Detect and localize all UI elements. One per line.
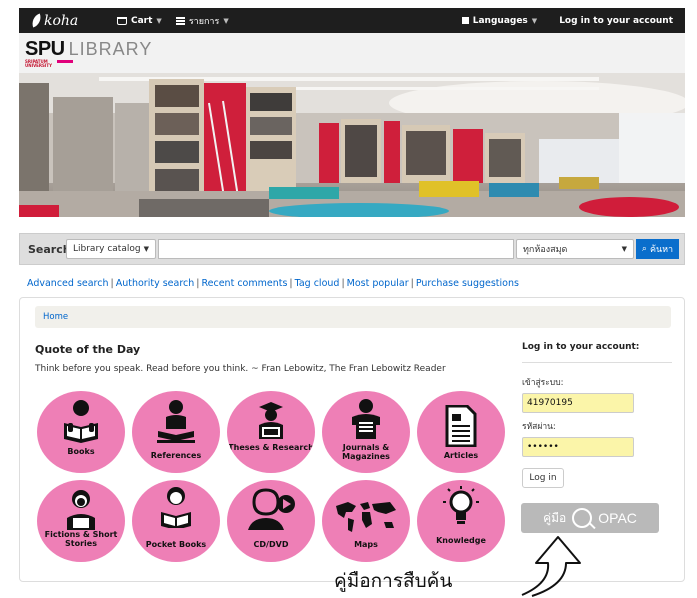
top-navbar: koha Cart ▼ รายการ ▼ Languages ▼ Log in … bbox=[19, 8, 685, 33]
category-label: Pocket Books bbox=[145, 540, 207, 549]
password-label: รหัสผ่าน: bbox=[522, 422, 556, 432]
search-button-label: ค้นหา bbox=[649, 245, 674, 255]
breadcrumb: Home bbox=[35, 306, 671, 328]
person-play-icon bbox=[248, 488, 295, 530]
most-popular-link[interactable]: Most popular bbox=[347, 278, 409, 289]
site-header: SPU LIBRARY SRIPATUM UNIVERSITY bbox=[19, 33, 685, 73]
cart-menu[interactable]: Cart ▼ bbox=[117, 16, 162, 26]
opac-suffix: OPAC bbox=[598, 510, 637, 526]
lists-label: รายการ bbox=[188, 16, 220, 27]
username-label: เข้าสู่ระบบ: bbox=[522, 378, 564, 388]
logo-main: SPU bbox=[25, 38, 65, 60]
chevron-down-icon: ▼ bbox=[156, 16, 162, 25]
tag-cloud-link[interactable]: Tag cloud bbox=[295, 278, 340, 289]
category-label: Articles bbox=[443, 451, 479, 460]
login-panel: Log in to your account: เข้าสู่ระบบ: 419… bbox=[522, 342, 672, 488]
chevron-down-icon: ▼ bbox=[223, 16, 229, 25]
purchase-suggestions-link[interactable]: Purchase suggestions bbox=[416, 278, 519, 289]
category-maps[interactable]: Maps bbox=[322, 480, 410, 562]
search-icon bbox=[572, 508, 593, 528]
category-knowledge[interactable]: Knowledge bbox=[417, 480, 505, 562]
category-label: Knowledge bbox=[436, 536, 486, 545]
lightbulb-icon bbox=[443, 486, 479, 524]
login-link[interactable]: Log in to your account bbox=[559, 16, 673, 26]
catalog-select-value: Library catalog bbox=[73, 244, 141, 254]
category-label: Theses & Research bbox=[228, 443, 314, 452]
category-label: Journals & Magazines bbox=[342, 443, 390, 461]
search-icon: ⌕ bbox=[641, 244, 647, 254]
category-fictions[interactable]: Fictions & Short Stories bbox=[37, 480, 125, 562]
library-select-value: ทุกห้องสมุด bbox=[523, 245, 568, 255]
search-label: Search bbox=[28, 242, 71, 256]
chevron-down-icon: ▼ bbox=[621, 245, 627, 253]
category-pocket-books[interactable]: Pocket Books bbox=[132, 480, 220, 562]
password-field[interactable]: •••••• bbox=[522, 437, 634, 457]
opac-guide-button[interactable]: คู่มือ OPAC bbox=[521, 503, 659, 533]
quote-text: Think before you speak. Read before you … bbox=[35, 364, 446, 374]
advanced-search-link[interactable]: Advanced search bbox=[27, 278, 109, 289]
login-link-label: Log in to your account bbox=[559, 15, 673, 26]
category-label: Books bbox=[67, 447, 95, 456]
spu-library-logo[interactable]: SPU LIBRARY SRIPATUM UNIVERSITY bbox=[25, 38, 153, 68]
login-title: Log in to your account: bbox=[522, 342, 672, 363]
library-banner-image bbox=[19, 73, 685, 217]
girl-reader-icon bbox=[67, 490, 95, 530]
guide-caption: คู่มือการสืบค้น bbox=[334, 570, 453, 592]
cart-icon bbox=[117, 16, 127, 25]
category-articles[interactable]: Articles bbox=[417, 391, 505, 473]
library-select[interactable]: ทุกห้องสมุด ▼ bbox=[516, 239, 634, 259]
graduate-icon bbox=[259, 402, 283, 439]
category-label: Fictions & Short Stories bbox=[44, 530, 118, 548]
username-field[interactable]: 41970195 bbox=[522, 393, 634, 413]
koha-leaf-icon bbox=[29, 13, 44, 28]
reference-reader-icon bbox=[157, 400, 195, 443]
breadcrumb-home[interactable]: Home bbox=[43, 312, 68, 322]
category-journals[interactable]: Journals & Magazines bbox=[322, 391, 410, 473]
search-bar: Search Library catalog ▼ ทุกห้องสมุด ▼ ⌕… bbox=[19, 233, 685, 265]
child-reader-icon bbox=[161, 487, 191, 528]
opac-prefix: คู่มือ bbox=[543, 510, 567, 525]
lists-menu[interactable]: รายการ ▼ bbox=[175, 14, 229, 28]
list-icon bbox=[175, 16, 185, 25]
quote-title: Quote of the Day bbox=[35, 343, 141, 356]
languages-menu[interactable]: Languages ▼ bbox=[461, 15, 538, 26]
koha-logo[interactable]: koha bbox=[29, 12, 103, 29]
authority-search-link[interactable]: Authority search bbox=[116, 278, 195, 289]
category-books[interactable]: Books bbox=[37, 391, 125, 473]
category-theses[interactable]: Theses & Research bbox=[227, 391, 315, 473]
chevron-down-icon: ▼ bbox=[531, 16, 538, 25]
brand-text: koha bbox=[44, 12, 79, 29]
catalog-select[interactable]: Library catalog ▼ bbox=[66, 239, 156, 259]
category-label: CD/DVD bbox=[253, 540, 289, 549]
search-input[interactable] bbox=[158, 239, 514, 259]
login-button[interactable]: Log in bbox=[522, 468, 564, 488]
logo-accent-bar bbox=[57, 60, 73, 63]
languages-label: Languages bbox=[472, 15, 528, 26]
search-button[interactable]: ⌕ ค้นหา bbox=[636, 239, 679, 259]
chevron-down-icon: ▼ bbox=[143, 245, 149, 253]
recent-comments-link[interactable]: Recent comments bbox=[201, 278, 287, 289]
world-map-icon bbox=[336, 502, 396, 532]
document-icon bbox=[445, 405, 477, 447]
category-references[interactable]: References bbox=[132, 391, 220, 473]
cart-label: Cart bbox=[131, 15, 153, 26]
category-label: References bbox=[150, 451, 202, 460]
search-links: Advanced search | Authority search | Recent … bbox=[27, 278, 519, 289]
category-cd-dvd[interactable]: CD/DVD bbox=[227, 480, 315, 562]
flag-icon bbox=[461, 17, 469, 24]
magazine-reader-icon bbox=[352, 399, 380, 439]
logo-secondary: LIBRARY bbox=[68, 39, 153, 59]
annotation-arrow-icon bbox=[521, 536, 581, 597]
book-reader-icon bbox=[64, 400, 98, 443]
category-label: Maps bbox=[354, 540, 378, 549]
